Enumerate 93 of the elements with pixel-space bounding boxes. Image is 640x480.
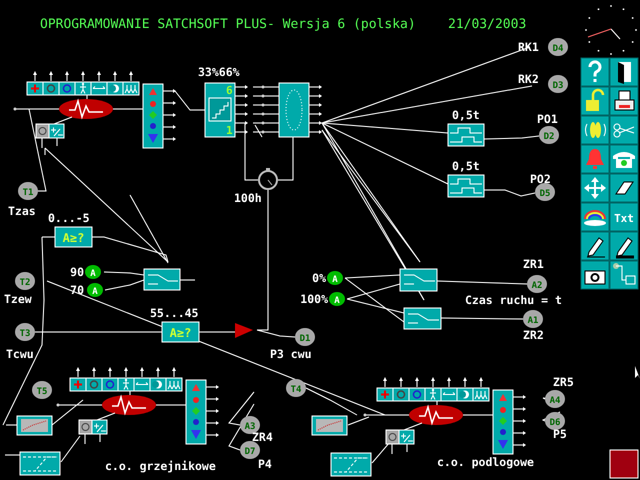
padlock-icon (586, 88, 604, 111)
wire (484, 190, 536, 197)
curve-block (16, 416, 52, 436)
scissors-icon (614, 124, 634, 138)
sensor-node: T4 (286, 379, 306, 397)
output-node: A2 (527, 275, 547, 293)
output-node: D1 (295, 328, 315, 346)
telephone-icon (613, 152, 635, 168)
constant-value: 90 (70, 265, 84, 279)
switch-block (144, 268, 180, 290)
mouse-pointer-icon (635, 366, 640, 379)
connector-icon (613, 263, 636, 284)
clock-drawing (585, 5, 637, 55)
delay-block (448, 124, 484, 146)
comparator-block (54, 226, 92, 248)
move-icon (584, 177, 606, 199)
comparator-symbol: A≥? (170, 326, 192, 340)
eraser-icon (615, 182, 634, 194)
output-label: ZR1 (523, 257, 544, 271)
sensor-node: T2 (15, 272, 35, 290)
help-icon (588, 60, 602, 84)
tool-button[interactable] (610, 116, 638, 144)
output-label: ZR2 (523, 328, 544, 342)
delay-caption: 0,5t (452, 108, 480, 122)
rainbow-icon (584, 210, 606, 226)
step-number: 1 (226, 124, 233, 137)
amplifier-icon (235, 323, 253, 338)
output-label: P5 (553, 427, 567, 441)
output-node: D3 (548, 75, 568, 93)
output-node: A1 (523, 310, 543, 328)
pencil-icon (586, 237, 606, 258)
date-text: 21/03/2003 (448, 17, 526, 32)
tool-label: Txt (614, 212, 634, 225)
constant-value: 0% (312, 271, 326, 285)
wire (174, 90, 206, 110)
output-label: RK2 (518, 72, 539, 86)
app-title: OPROGRAMOWANIE SATCHSOFT PLUS- Wersja 6 (polska) (40, 17, 416, 32)
sensor-node: T1 (18, 182, 38, 200)
output-label: P4 (258, 457, 272, 471)
step-block (204, 82, 248, 138)
ramp-block (20, 452, 60, 476)
pencil-icon (616, 237, 634, 258)
constant-node: A (327, 271, 343, 285)
output-node: A4 (545, 390, 565, 408)
tool-button[interactable] (610, 260, 638, 290)
camera-icon (584, 270, 606, 284)
step-caption: 33%66% (198, 65, 240, 79)
wire (484, 136, 540, 140)
door-icon (618, 62, 631, 84)
note-text: c.o. podlogowe (437, 455, 534, 469)
delay-caption: 0,5t (452, 159, 480, 173)
comparator-block (162, 322, 200, 342)
curve-block (312, 416, 348, 436)
switch-block (404, 308, 442, 330)
constant-node: A (87, 283, 103, 297)
output-node: A3 (240, 416, 260, 434)
output-node: D5 (535, 183, 555, 201)
ramp-block (330, 452, 372, 476)
input-label: Tcwu (6, 347, 34, 361)
output-node: D6 (545, 412, 565, 430)
output-node: D2 (539, 126, 559, 144)
text-tool-button[interactable] (610, 202, 638, 232)
sound-icon (585, 122, 606, 138)
output-label: RK1 (518, 40, 539, 54)
stopwatch-icon (258, 168, 278, 190)
stopwatch-caption: 100h (234, 191, 262, 205)
bell-icon (586, 149, 604, 169)
indicator-block (610, 450, 638, 478)
sensor-node: T5 (32, 381, 52, 399)
output-node: D7 (240, 441, 260, 459)
printer-icon (614, 90, 634, 110)
constant-node: A (85, 265, 101, 279)
wire (104, 272, 144, 276)
output-label: PO2 (530, 172, 551, 186)
loop-block (252, 82, 322, 138)
step-number: 6 (226, 84, 233, 97)
sensor-node: T3 (15, 323, 35, 341)
constant-value: 100% (300, 292, 328, 306)
range-caption: 55...45 (150, 306, 198, 320)
input-label: Tzew (4, 292, 32, 306)
output-node: D4 (548, 38, 568, 56)
output-label: P3 cwu (270, 347, 312, 361)
input-label: Tzas (8, 204, 36, 218)
comparator-symbol: A≥? (62, 231, 84, 245)
wire (372, 442, 390, 464)
output-label: ZR5 (553, 375, 574, 389)
constant-node: A (329, 292, 345, 306)
note-text: Czas ruchu = t (465, 293, 562, 307)
output-label: PO1 (537, 112, 558, 126)
range-caption: 0...-5 (48, 211, 90, 225)
note-text: c.o. grzejnikowe (105, 459, 216, 473)
delay-block (448, 174, 484, 198)
switch-block (400, 268, 438, 292)
